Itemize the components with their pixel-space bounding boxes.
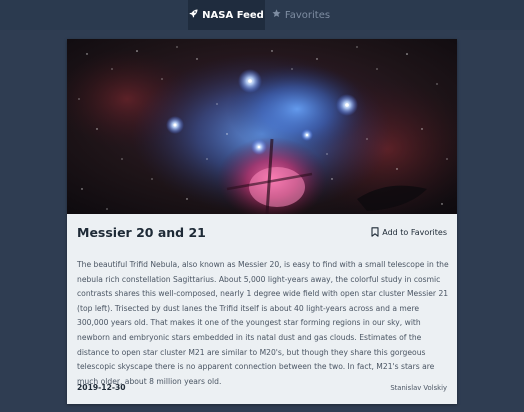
- rocket-icon: [189, 9, 198, 21]
- star-icon: [272, 9, 281, 21]
- add-to-favorites-label: Add to Favorites: [382, 227, 447, 237]
- tab-favorites[interactable]: Favorites: [270, 0, 332, 30]
- tab-nasa-feed[interactable]: NASA Feed: [188, 0, 265, 30]
- top-navigation: NASA Feed Favorites: [0, 0, 524, 30]
- card-title: Messier 20 and 21: [77, 225, 206, 240]
- card-explanation: The beautiful Trifid Nebula, also known …: [77, 260, 449, 386]
- tab-favorites-label: Favorites: [284, 9, 331, 21]
- bookmark-icon: [371, 227, 379, 237]
- apod-card: Messier 20 and 21 Add to Favorites The b…: [67, 39, 457, 404]
- nebula-image: [67, 39, 457, 214]
- card-author: Stanislav Volskiy: [390, 384, 447, 392]
- add-to-favorites-button[interactable]: Add to Favorites: [371, 227, 447, 237]
- card-date: 2019-12-30: [77, 383, 126, 392]
- tab-nasa-feed-label: NASA Feed: [202, 9, 264, 21]
